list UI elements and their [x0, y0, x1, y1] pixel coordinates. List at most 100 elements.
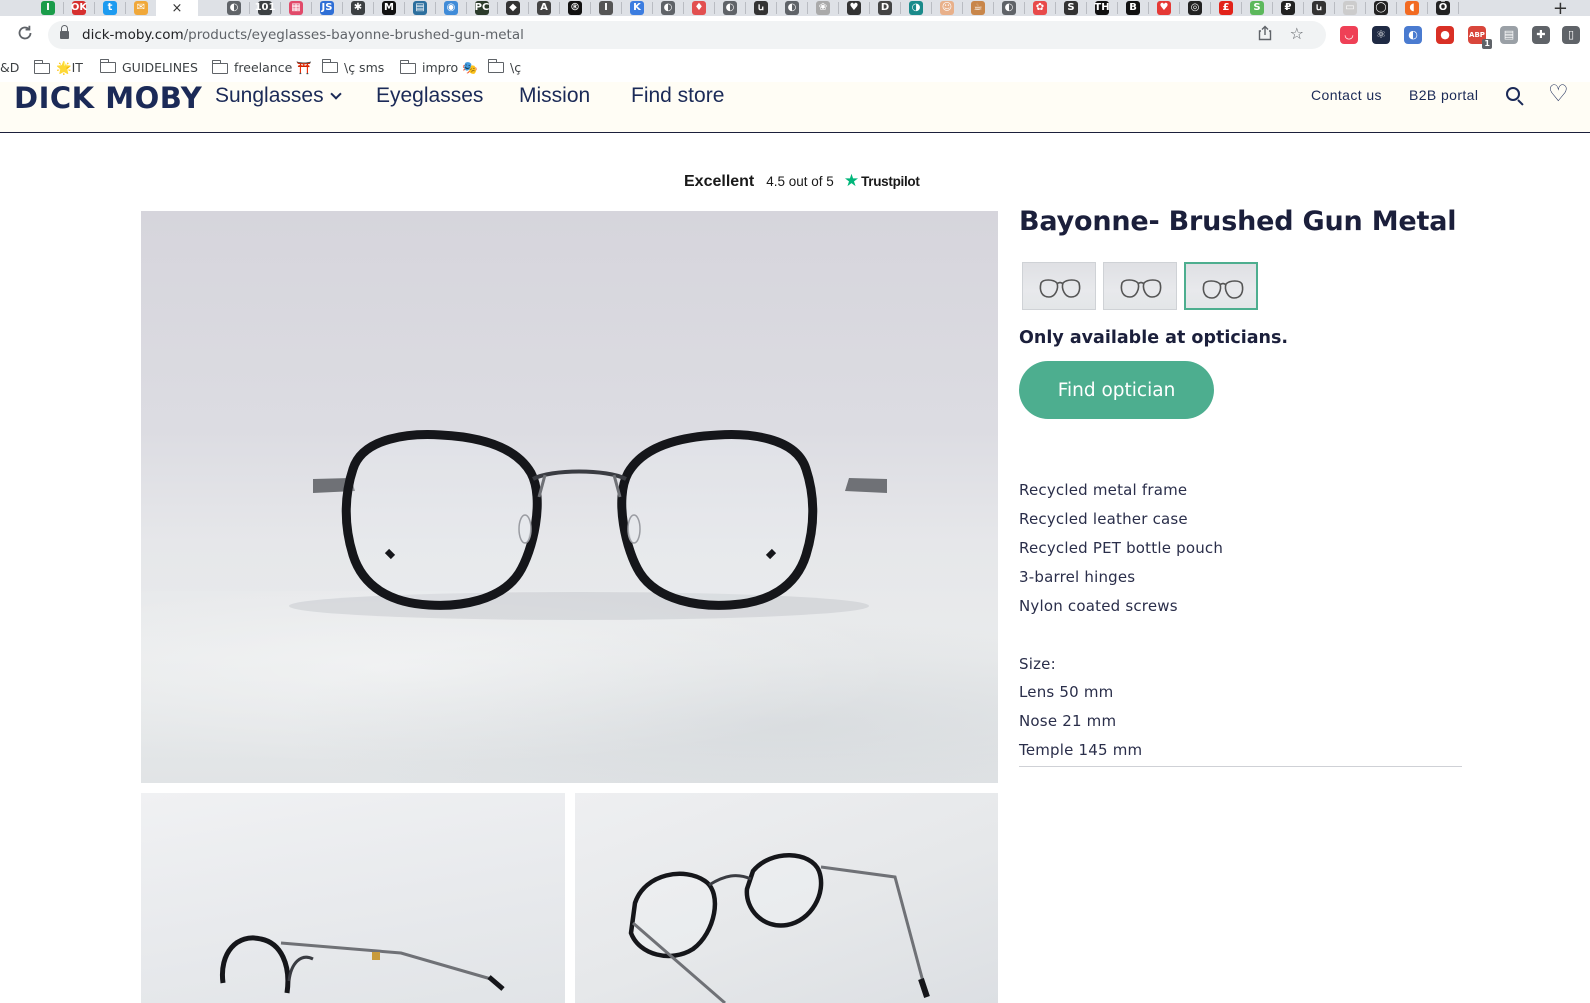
variant-thumbnail-3-selected[interactable] — [1184, 262, 1258, 310]
browser-tab[interactable]: I — [39, 0, 57, 16]
extension-red-icon[interactable]: ● — [1436, 26, 1454, 44]
tab-separator — [311, 2, 312, 14]
tab-favicon-icon: ꭎ — [754, 1, 768, 15]
site-header: DICK MOBY Sunglasses Eyeglasses Mission … — [0, 81, 1590, 133]
browser-tab[interactable]: ✿ — [1031, 0, 1049, 16]
browser-tab[interactable]: ☺ — [938, 0, 956, 16]
browser-tab[interactable]: ✱ — [349, 0, 367, 16]
wishlist-heart-icon[interactable]: ♡ — [1548, 83, 1569, 106]
variant-thumbnail-2[interactable] — [1103, 262, 1177, 310]
adblock-icon[interactable]: ABP 1 — [1468, 26, 1492, 49]
find-optician-button[interactable]: Find optician — [1019, 361, 1214, 419]
bookmark-item[interactable]: freelance ⛩️ — [211, 59, 312, 76]
size-heading: Size: — [1019, 655, 1056, 673]
address-bar[interactable]: dick-moby.com/products/eyeglasses-bayonn… — [48, 21, 1326, 49]
nav-eyeglasses[interactable]: Eyeglasses — [376, 84, 483, 108]
browser-tab[interactable]: ◉ — [442, 0, 460, 16]
bookmark-item[interactable]: GUIDELINES — [99, 59, 198, 75]
browser-tab[interactable]: ◐ — [1000, 0, 1018, 16]
browser-tab[interactable]: ✉ — [132, 0, 150, 16]
bookmark-item[interactable]: \ç sms — [321, 59, 384, 75]
browser-tab[interactable]: ◐ — [721, 0, 739, 16]
browser-tab[interactable]: ◐ — [225, 0, 243, 16]
product-angle-image[interactable] — [575, 793, 998, 1003]
bookmark-star-icon[interactable]: ☆ — [1290, 24, 1304, 43]
browser-tab[interactable]: ❀ — [814, 0, 832, 16]
browser-tab[interactable]: ♦ — [690, 0, 708, 16]
tab-favicon-icon: JS — [320, 1, 334, 15]
browser-tab[interactable]: ♥ — [1155, 0, 1173, 16]
nav-contact-us[interactable]: Contact us — [1311, 87, 1382, 103]
react-devtools-icon[interactable]: ⚛ — [1372, 26, 1390, 44]
url-text[interactable]: dick-moby.com/products/eyeglasses-bayonn… — [82, 27, 524, 43]
nav-b2b-portal[interactable]: B2B portal — [1409, 87, 1478, 103]
pocket-icon[interactable]: ◡ — [1340, 26, 1358, 44]
browser-tab[interactable]: OK — [70, 0, 88, 16]
variant-thumbnail-1[interactable] — [1022, 262, 1096, 310]
browser-tab[interactable]: ◖ — [1403, 0, 1421, 16]
bookmark-item[interactable]: \ç — [487, 59, 521, 75]
tab-favicon-icon: A — [537, 1, 551, 15]
bookmark-item[interactable]: impro 🎭 — [399, 59, 478, 76]
browser-tab[interactable]: ꭎ — [752, 0, 770, 16]
browser-tab[interactable]: M — [380, 0, 398, 16]
browser-tab[interactable]: K — [628, 0, 646, 16]
browser-tab[interactable]: ₽ — [1279, 0, 1297, 16]
browser-tab[interactable]: I — [597, 0, 615, 16]
lock-icon[interactable] — [60, 25, 69, 40]
share-icon[interactable] — [1258, 25, 1272, 45]
browser-tab[interactable]: ◆ — [504, 0, 522, 16]
tab-separator — [1241, 2, 1242, 14]
browser-tab[interactable]: B — [1124, 0, 1142, 16]
bookmark-label: freelance ⛩️ — [234, 60, 312, 75]
reload-icon[interactable] — [16, 24, 36, 44]
trustpilot-widget[interactable]: Excellent 4.5 out of 5 ★ Trustpilot — [684, 171, 920, 193]
bookmark-item[interactable]: &D — [0, 60, 19, 75]
site-logo[interactable]: DICK MOBY — [14, 81, 202, 115]
url-path: /products/eyeglasses-bayonne-brushed-gun… — [183, 27, 524, 43]
product-side-image[interactable] — [141, 793, 565, 1003]
browser-tab[interactable]: TH — [1093, 0, 1111, 16]
browser-tab[interactable]: ◎ — [1186, 0, 1204, 16]
tab-separator — [931, 2, 932, 14]
feature-item: Recycled metal frame — [1019, 481, 1188, 499]
browser-tab[interactable]: ▦ — [287, 0, 305, 16]
product-main-image[interactable] — [141, 211, 998, 783]
browser-tab[interactable]: S — [1062, 0, 1080, 16]
thumbnail-glasses-icon — [1120, 279, 1162, 298]
browser-tab[interactable]: Ö — [1434, 0, 1452, 16]
browser-tab[interactable]: ◯ — [1372, 0, 1390, 16]
browser-tab[interactable]: ◐ — [659, 0, 677, 16]
tab-separator — [869, 2, 870, 14]
puzzle-icon[interactable]: ✚ — [1532, 26, 1550, 44]
extension-gray-icon[interactable]: ▤ — [1500, 26, 1518, 44]
browser-tab[interactable]: ◑ — [907, 0, 925, 16]
browser-tab[interactable]: PC — [473, 0, 491, 16]
browser-tab[interactable]: S — [1248, 0, 1266, 16]
sidebar-icon[interactable]: ▯ — [1562, 26, 1580, 44]
browser-tab[interactable]: ♥ — [845, 0, 863, 16]
tab-separator — [745, 2, 746, 14]
browser-tab[interactable]: ® — [566, 0, 584, 16]
new-tab-button[interactable]: + — [1553, 0, 1568, 16]
extension-blue-icon[interactable]: ◐ — [1404, 26, 1422, 44]
availability-notice: Only available at opticians. — [1019, 328, 1289, 348]
browser-tab[interactable]: A — [535, 0, 553, 16]
nav-find-store[interactable]: Find store — [631, 84, 724, 108]
nav-mission[interactable]: Mission — [519, 84, 590, 108]
active-tab-close-icon[interactable]: × — [156, 0, 198, 16]
browser-tab[interactable]: ◐ — [783, 0, 801, 16]
browser-tab[interactable]: 101 — [255, 0, 275, 16]
browser-tab[interactable]: JS — [318, 0, 336, 16]
tab-favicon-icon: Ö — [1436, 1, 1450, 15]
browser-tab[interactable]: ▤ — [411, 0, 429, 16]
search-icon[interactable] — [1506, 87, 1524, 106]
browser-tab[interactable]: ꭎ — [1310, 0, 1328, 16]
browser-tab[interactable]: t — [101, 0, 119, 16]
browser-tab[interactable]: £ — [1217, 0, 1235, 16]
bookmark-item[interactable]: 🌟IT — [33, 59, 83, 76]
nav-sunglasses[interactable]: Sunglasses — [215, 84, 342, 108]
browser-tab[interactable]: D — [876, 0, 894, 16]
browser-tab[interactable]: ☕ — [969, 0, 987, 16]
browser-tab[interactable]: ▭ — [1341, 0, 1359, 16]
